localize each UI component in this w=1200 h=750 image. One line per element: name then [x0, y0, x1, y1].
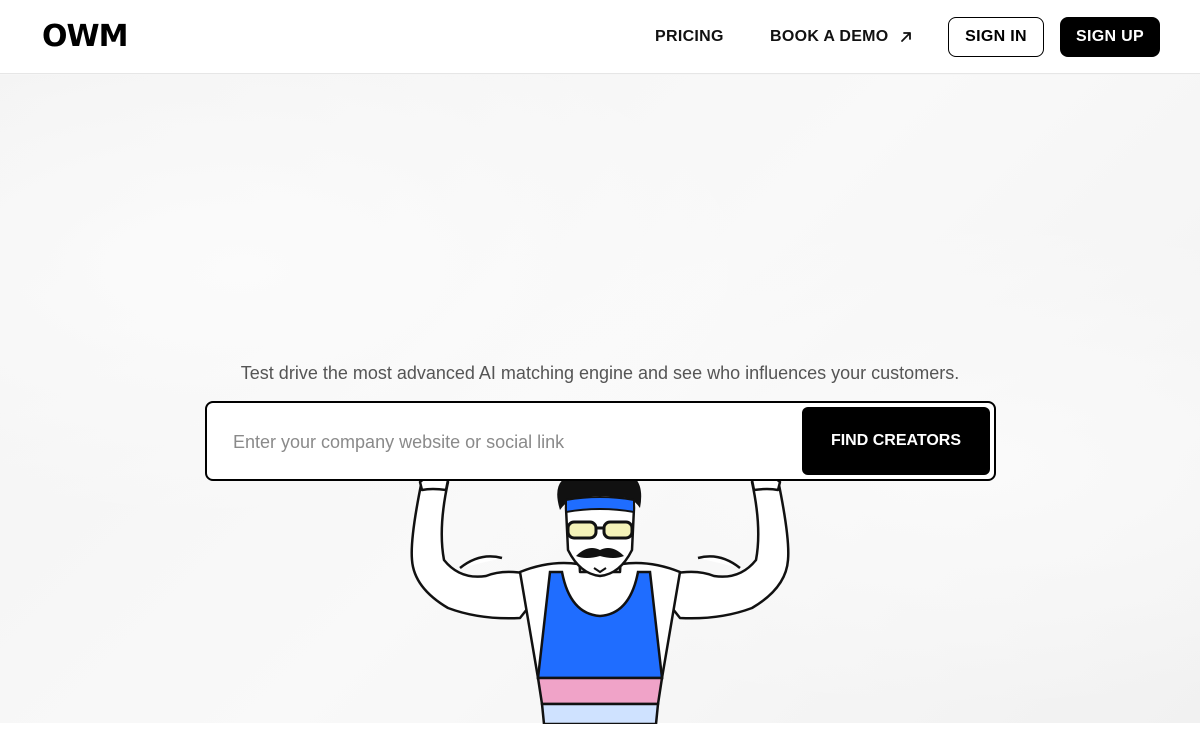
top-header: OWM PRICING BOOK A DEMO SIGN IN SIGN UP	[0, 0, 1200, 74]
logo[interactable]: OWM	[42, 22, 128, 52]
arrow-up-right-icon[interactable]	[898, 29, 914, 45]
search-box: FIND CREATORS	[205, 401, 996, 481]
strongman-illustration-icon	[410, 468, 790, 724]
nav-pricing-link[interactable]: PRICING	[655, 27, 724, 47]
find-creators-button[interactable]: FIND CREATORS	[802, 407, 990, 475]
sign-in-button[interactable]: SIGN IN	[948, 17, 1044, 57]
nav-book-demo-link[interactable]: BOOK A DEMO	[770, 27, 889, 47]
company-website-input[interactable]	[231, 421, 795, 463]
hero-tagline: Test drive the most advanced AI matching…	[240, 363, 960, 383]
page-bottom-strip	[0, 723, 1200, 750]
sign-up-button[interactable]: SIGN UP	[1060, 17, 1160, 57]
